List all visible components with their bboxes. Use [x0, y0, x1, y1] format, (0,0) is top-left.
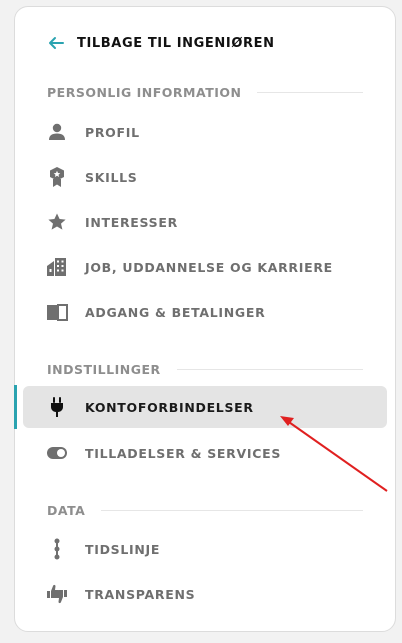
- person-icon: [45, 120, 69, 144]
- arrow-left-icon: [47, 34, 65, 52]
- timeline-icon: [45, 537, 69, 561]
- nav-item-label: KONTOFORBINDELSER: [85, 399, 254, 415]
- nav-item-label: PROFIL: [85, 124, 140, 140]
- badge-icon: [45, 165, 69, 189]
- nav-item-label: TILLADELSER & SERVICES: [85, 445, 282, 461]
- nav-item-profil[interactable]: PROFIL: [23, 111, 387, 153]
- book-icon: [45, 300, 69, 324]
- nav-item-interesser[interactable]: INTERESSER: [23, 201, 387, 243]
- section-divider: [257, 91, 363, 93]
- nav-item-transparens[interactable]: TRANSPARENS: [23, 573, 387, 615]
- nav-item-label: TRANSPARENS: [85, 586, 196, 602]
- nav-item-label: SKILLS: [85, 169, 138, 185]
- section-header-settings: INDSTILLINGER: [47, 359, 363, 379]
- nav-item-skills[interactable]: SKILLS: [23, 156, 387, 198]
- nav-item-kontoforbindelser[interactable]: KONTOFORBINDELSER: [23, 386, 387, 428]
- nav-item-adgang[interactable]: ADGANG & BETALINGER: [23, 291, 387, 333]
- back-link-label: TILBAGE TIL INGENIØREN: [77, 35, 275, 51]
- toggle-icon: [45, 441, 69, 465]
- thumbs-icon: [45, 582, 69, 606]
- nav-item-tidslinje[interactable]: TIDSLINJE: [23, 528, 387, 570]
- back-to-engineer-link[interactable]: TILBAGE TIL INGENIØREN: [47, 31, 275, 55]
- nav-item-tilladelser[interactable]: TILLADELSER & SERVICES: [23, 432, 387, 474]
- section-title: INDSTILLINGER: [47, 361, 161, 377]
- section-divider: [101, 509, 363, 511]
- star-icon: [45, 210, 69, 234]
- building-icon: [45, 255, 69, 279]
- section-divider: [176, 368, 363, 370]
- section-header-personal: PERSONLIG INFORMATION: [47, 82, 363, 102]
- active-indicator: [14, 385, 17, 429]
- plug-icon: [45, 395, 69, 419]
- section-header-data: DATA: [47, 500, 363, 520]
- section-title: PERSONLIG INFORMATION: [47, 84, 242, 100]
- nav-item-label: TIDSLINJE: [85, 541, 161, 557]
- nav-item-label: JOB, UDDANNELSE OG KARRIERE: [85, 259, 333, 275]
- nav-item-label: INTERESSER: [85, 214, 178, 230]
- nav-item-label: ADGANG & BETALINGER: [85, 304, 266, 320]
- section-title: DATA: [47, 502, 86, 518]
- nav-item-job[interactable]: JOB, UDDANNELSE OG KARRIERE: [23, 246, 387, 288]
- settings-nav-card: TILBAGE TIL INGENIØREN PERSONLIG INFORMA…: [14, 6, 396, 632]
